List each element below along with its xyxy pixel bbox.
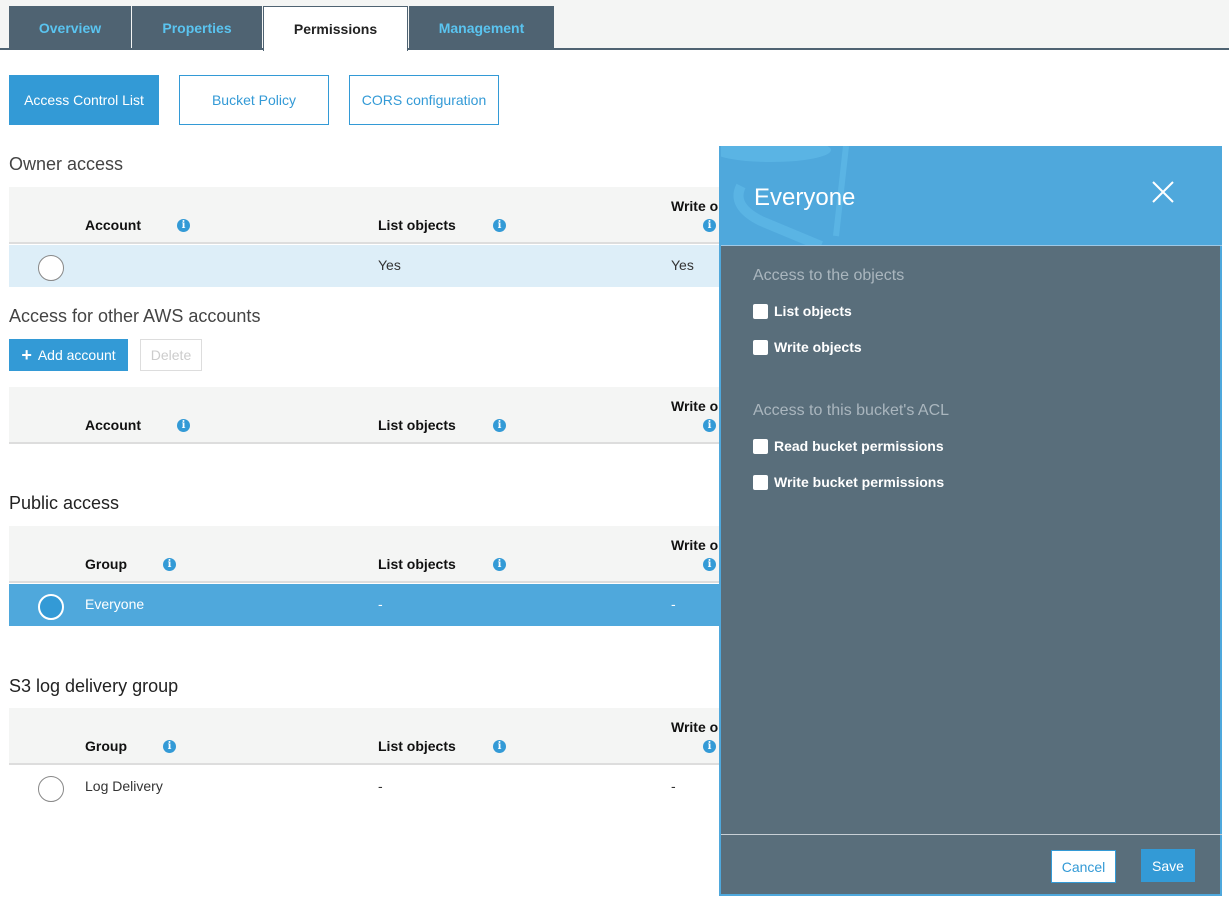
info-icon[interactable]: i [703, 219, 716, 232]
info-icon[interactable]: i [177, 419, 190, 432]
table-row[interactable]: Log Delivery - - [9, 766, 720, 808]
read-bucket-permissions-checkbox[interactable]: Read bucket permissions [753, 438, 944, 454]
header-list-objects: List objects [378, 217, 456, 233]
subtab-access-control-list[interactable]: Access Control List [9, 75, 159, 125]
header-write-objects: Write o [671, 537, 719, 553]
info-icon[interactable]: i [703, 419, 716, 432]
cell-group: Log Delivery [85, 778, 163, 794]
checkbox-label: Write objects [774, 339, 862, 355]
header-group: Group [85, 738, 127, 754]
tab-management[interactable]: Management [409, 6, 554, 49]
public-table-header: Group i List objects i Write o i [9, 526, 720, 583]
cell-list-objects: - [378, 778, 383, 794]
cell-list-objects: - [378, 596, 383, 612]
panel-header: Everyone [721, 146, 1222, 246]
tab-properties[interactable]: Properties [132, 6, 262, 49]
checkbox-box[interactable] [753, 474, 768, 490]
checkbox-box[interactable] [753, 303, 768, 319]
checkbox-label: List objects [774, 303, 852, 319]
tab-overview[interactable]: Overview [9, 6, 131, 49]
checkbox-label: Write bucket permissions [774, 474, 945, 490]
cell-write-objects: Yes [671, 257, 694, 273]
info-icon[interactable]: i [493, 740, 506, 753]
plus-icon: + [21, 344, 32, 365]
row-radio[interactable] [38, 594, 64, 620]
header-write-objects: Write o [671, 198, 719, 214]
write-bucket-permissions-checkbox[interactable]: Write bucket permissions [753, 474, 944, 490]
header-account: Account [85, 217, 141, 233]
info-icon[interactable]: i [163, 740, 176, 753]
header-write-objects: Write o [671, 719, 719, 735]
header-list-objects: List objects [378, 738, 456, 754]
header-list-objects: List objects [378, 556, 456, 572]
objects-group-label: Access to the objects [753, 267, 905, 284]
cell-group: Everyone [85, 596, 145, 612]
header-write-objects: Write o [671, 398, 719, 414]
other-accounts-title: Access for other AWS accounts [9, 306, 261, 326]
save-button[interactable]: Save [1141, 849, 1195, 882]
tab-permissions[interactable]: Permissions [263, 6, 408, 51]
info-icon[interactable]: i [493, 558, 506, 571]
info-icon[interactable]: i [493, 419, 506, 432]
list-objects-checkbox[interactable]: List objects [753, 303, 852, 319]
header-group: Group [85, 556, 127, 572]
delete-button[interactable]: Delete [140, 339, 202, 371]
log-table-header: Group i List objects i Write o i [9, 708, 720, 765]
checkbox-label: Read bucket permissions [774, 438, 944, 454]
cell-write-objects: - [671, 778, 676, 794]
cell-write-objects: - [671, 596, 676, 612]
cancel-button[interactable]: Cancel [1051, 850, 1116, 883]
checkbox-box[interactable] [753, 438, 768, 454]
info-icon[interactable]: i [703, 558, 716, 571]
checkbox-box[interactable] [753, 339, 768, 355]
owner-table-header: Account i List objects i Write o i [9, 187, 720, 244]
header-list-objects: List objects [378, 417, 456, 433]
info-icon[interactable]: i [703, 740, 716, 753]
subtab-cors-configuration[interactable]: CORS configuration [349, 75, 499, 125]
row-radio[interactable] [38, 255, 64, 281]
header-account: Account [85, 417, 141, 433]
row-radio[interactable] [38, 776, 64, 802]
panel-footer: Cancel Save [721, 834, 1222, 894]
info-icon[interactable]: i [493, 219, 506, 232]
subtab-bucket-policy[interactable]: Bucket Policy [179, 75, 329, 125]
table-row[interactable]: Yes Yes [9, 245, 720, 287]
panel-title: Everyone [754, 184, 856, 211]
owner-access-title: Owner access [9, 154, 124, 174]
close-icon[interactable] [1151, 180, 1175, 204]
cell-list-objects: Yes [378, 257, 401, 273]
add-account-label: Add account [37, 347, 116, 363]
write-objects-checkbox[interactable]: Write objects [753, 339, 862, 355]
log-delivery-title: S3 log delivery group [9, 676, 179, 696]
public-access-title: Public access [9, 493, 120, 513]
add-account-button[interactable]: + Add account [9, 339, 128, 371]
table-row-selected[interactable]: Everyone - - [9, 584, 720, 626]
other-table-header: Account i List objects i Write o i [9, 387, 720, 444]
permissions-panel: Everyone Access to the objects List obje… [719, 146, 1222, 896]
info-icon[interactable]: i [177, 219, 190, 232]
acl-group-label: Access to this bucket's ACL [753, 402, 950, 419]
tab-bar: Overview Properties Permissions Manageme… [0, 0, 1229, 51]
info-icon[interactable]: i [163, 558, 176, 571]
